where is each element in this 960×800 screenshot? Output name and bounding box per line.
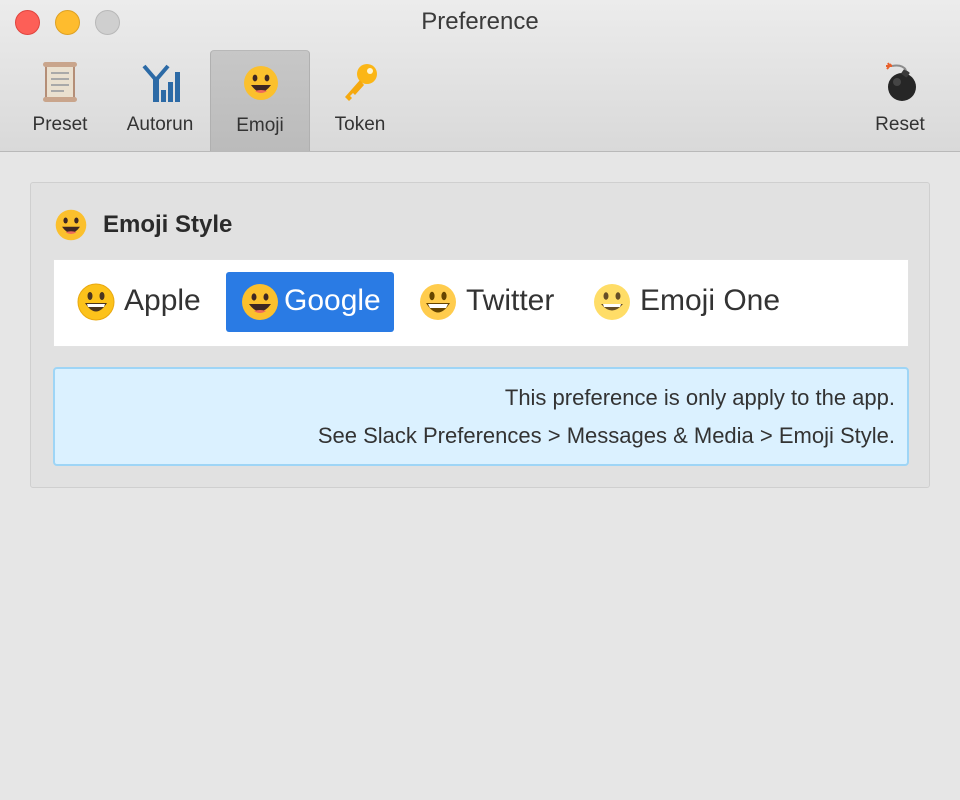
option-emoji-one-label: Emoji One [640,284,781,317]
toolbar-autorun[interactable]: Autorun [110,50,210,151]
option-twitter[interactable]: Twitter [404,272,564,332]
option-twitter-label: Twitter [466,284,555,317]
toolbar-preset[interactable]: Preset [10,50,110,151]
toolbar-emoji-label: Emoji [236,115,284,136]
bomb-icon [886,62,916,101]
toolbar-preset-label: Preset [32,114,88,135]
emoji-style-selector: Apple Google Twitter Emoji One [53,259,909,347]
option-emoji-one[interactable]: Emoji One [578,272,798,332]
signal-icon [142,64,180,102]
emojione-smile-icon [594,284,630,320]
toolbar-reset[interactable]: Reset [850,50,950,151]
emoji-style-title: Emoji Style [103,211,233,238]
smile-emoji-icon [55,209,87,241]
option-apple-label: Apple [124,284,201,317]
option-google[interactable]: Google [226,272,394,332]
key-icon [345,64,377,101]
title-bar: Preference Preset Autorun Emoji Token Re… [0,0,960,152]
google-smile-icon [242,284,278,320]
apple-smile-icon [77,283,115,321]
toolbar-reset-label: Reset [875,114,925,135]
emoji-style-group: Emoji Style Apple Google Twitter Emoji O… [30,182,930,488]
preference-window: Preference Preset Autorun Emoji Token Re… [0,0,960,800]
toolbar-autorun-label: Autorun [126,114,194,135]
option-apple[interactable]: Apple [62,272,212,332]
smile-emoji-icon [244,66,278,100]
option-google-label: Google [284,284,381,317]
toolbar-token-label: Token [334,114,386,135]
info-notice: This preference is only apply to the app… [53,367,909,466]
toolbar-emoji[interactable]: Emoji [210,50,310,151]
window-title: Preference [421,8,539,35]
twitter-smile-icon [420,284,456,320]
info-line-1: This preference is only apply to the app… [504,385,895,410]
info-line-2: See Slack Preferences > Messages & Media… [317,423,895,448]
toolbar-token[interactable]: Token [310,50,410,151]
scroll-icon [43,62,77,102]
